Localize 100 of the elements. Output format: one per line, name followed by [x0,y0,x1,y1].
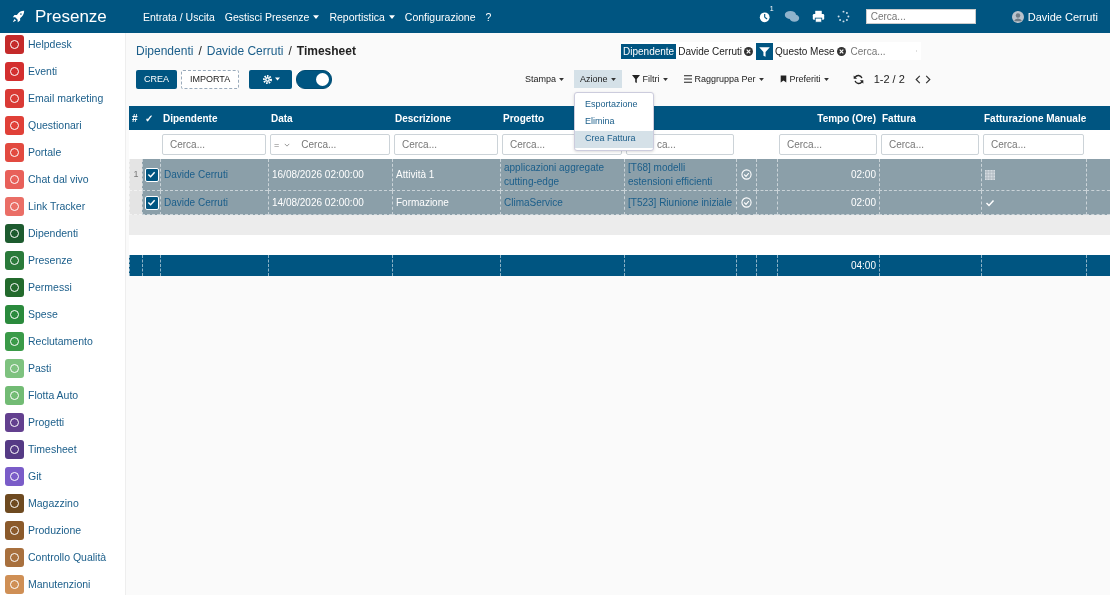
gear-icon [261,73,273,85]
column-header[interactable]: Descrizione [395,112,452,124]
filter-field[interactable]: Cerca... [162,134,266,155]
filter-icon [631,75,640,83]
app-icon[interactable] [5,223,24,243]
column-header[interactable]: Fattura [882,112,916,124]
previous-icon[interactable] [914,74,921,84]
chat-icon[interactable] [783,10,800,23]
column-header[interactable]: Data [271,112,293,124]
search-field[interactable]: Cerca... [865,9,976,24]
app-icon[interactable] [5,61,24,81]
operator-select[interactable]: = [271,139,295,150]
refresh-icon[interactable] [852,73,864,85]
pager-value: 1-2 / 2 [873,73,905,85]
toolbar-dropdown[interactable]: Filtri [625,70,674,88]
facet-value: Davide Cerruti [678,45,743,57]
sidebar-item[interactable]: Manutenzioni [28,578,91,590]
row-checkbox[interactable] [144,167,159,182]
facet-label: Dipendente [621,43,677,59]
search-field[interactable]: Cerca... [848,44,913,58]
sidebar-item[interactable]: Dipendenti [28,227,79,239]
user-name[interactable]: Davide Cerruti [1027,10,1098,23]
import-button[interactable]: IMPORTA [181,69,240,89]
sidebar-item[interactable]: Timesheet [28,443,77,455]
app-icon[interactable] [5,88,24,108]
clock-icon[interactable] [758,10,772,23]
sidebar-item[interactable]: Permessi [28,281,72,293]
facet-value: Questo Mese [775,45,835,57]
menu-item[interactable]: Configurazione [404,10,476,23]
column-header[interactable]: Fatturazione Manuale [984,112,1087,124]
breadcrumb-current: Timesheet [296,44,356,58]
app-icon[interactable] [5,34,24,54]
remove-icon[interactable] [744,46,754,56]
bookmark-icon [779,75,787,83]
column-header[interactable]: Tempo (Ore) [817,112,876,124]
create-button[interactable]: CREA [136,69,177,89]
toolbar-dropdown[interactable]: Stampa [519,70,571,88]
filter-field[interactable]: Cerca... [394,134,498,155]
table-row[interactable]: 1 Davide Cerruti 16/08/2026 02:00:00 Attività 1 applicazioni aggregate cutting-edge [T68] modelli estensioni efficienti 02:00 [129,159,1110,191]
caret-icon [274,77,280,81]
menu-item[interactable]: ? [485,10,492,23]
filter-field[interactable]: Cerca... [983,134,1084,155]
app-icon[interactable] [5,412,24,432]
menu-item[interactable]: Crea Fattura [575,131,654,148]
toolbar-dropdown[interactable]: Preferiti [773,70,835,88]
app-icon[interactable] [5,493,24,513]
sidebar-item[interactable]: Reclutamento [28,335,93,347]
sidebar-item[interactable]: Magazzino [28,497,79,509]
next-icon[interactable] [924,74,931,84]
sidebar-item[interactable]: Spese [28,308,58,320]
sidebar-item[interactable]: Presenze [28,254,73,266]
toggle-switch[interactable] [296,69,333,89]
sidebar-item[interactable]: Portale [28,146,62,158]
app-icon[interactable] [5,115,24,135]
app-icon[interactable] [5,439,24,459]
sidebar-item[interactable]: Chat dal vivo [28,173,89,185]
toolbar-dropdown[interactable]: Azione [574,70,622,88]
filter-field[interactable]: Cerca... [779,134,877,155]
remove-icon[interactable] [836,46,846,56]
filter-field[interactable]: = Cerca... [270,134,390,155]
settings-button[interactable] [249,69,293,89]
breadcrumb-link[interactable]: Dipendenti [136,44,194,58]
app-icon[interactable] [5,250,24,270]
app-icon[interactable] [5,142,24,162]
filter-field[interactable]: Cerca... [881,134,979,155]
breadcrumb-link[interactable]: Davide Cerruti [206,44,284,58]
app-icon[interactable] [5,547,24,567]
chevron-icon [284,142,291,147]
app-icon[interactable] [5,277,24,297]
sidebar-item[interactable]: Helpdesk [28,38,72,50]
column-header[interactable]: # [132,112,138,124]
table-cell: 04:00 [777,255,879,276]
column-header[interactable]: ✓ [145,112,153,124]
app-icon[interactable] [5,466,24,486]
sidebar-item[interactable]: Git [28,470,42,482]
menu-item[interactable]: Reportistica [329,10,395,23]
sidebar-item[interactable]: Email marketing [28,92,104,104]
app-title: Presenze [35,6,108,27]
menu-item[interactable]: Elimina [575,114,654,131]
sidebar-item[interactable]: Controllo Qualità [28,551,107,563]
caret-icon [559,77,565,81]
row-checkbox[interactable] [144,195,159,210]
caret-icon [388,14,395,19]
column-header[interactable]: Dipendente [163,112,218,124]
toolbar-dropdown[interactable]: Raggruppa Per [677,70,770,88]
menu-item[interactable]: Gestisci Presenze [224,10,320,23]
check-icon [147,198,156,207]
column-header[interactable]: Progetto [503,112,545,124]
app-icon[interactable] [5,520,24,540]
sidebar-item[interactable]: Link Tracker [28,200,86,212]
sidebar-item[interactable]: Flotta Auto [28,389,79,401]
printer-icon[interactable] [811,10,825,23]
sidebar-item[interactable]: Progetti [28,416,65,428]
sidebar-item[interactable]: Produzione [28,524,82,536]
menu-item[interactable]: Entrata / Uscita [143,10,215,23]
menu-item[interactable]: Esportazione [575,97,654,114]
sidebar-item[interactable]: Questionari [28,119,82,131]
sidebar-item[interactable]: Eventi [28,65,58,77]
app-icon[interactable] [5,304,24,324]
sidebar-item[interactable]: Pasti [28,362,52,374]
